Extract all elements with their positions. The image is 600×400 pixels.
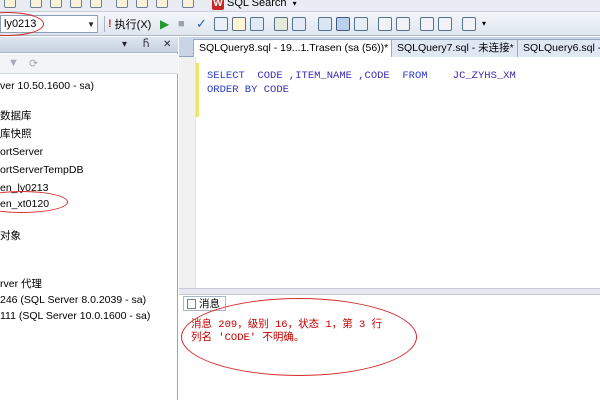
sql-search-icon: W	[212, 0, 224, 10]
toolbar-separator	[104, 16, 105, 32]
cancel-query-icon[interactable]: ■	[178, 17, 192, 31]
filter-icon[interactable]: ▼	[8, 57, 19, 69]
change-connection-icon[interactable]	[250, 17, 264, 31]
sql-order-column: CODE	[257, 84, 289, 96]
tree-item-report-server[interactable]: ortServer	[0, 146, 43, 159]
object-explorer-toolbar: ▼ ⟳	[0, 54, 178, 74]
pin-icon[interactable]: Ⴌ	[143, 39, 149, 50]
sql-keyword-order-by: ORDER BY	[207, 84, 258, 96]
sql-editor[interactable]: SELECT CODE ,ITEM_NAME ,CODE FROM JC_ZYH…	[179, 57, 600, 288]
database-query-icon[interactable]	[50, 0, 62, 8]
toolbar-overflow-icon[interactable]: ▾	[482, 17, 496, 31]
results-to-file-icon[interactable]	[354, 17, 368, 31]
save-icon[interactable]	[136, 0, 148, 8]
sql-keyword-from: FROM	[402, 70, 428, 82]
sql-search-dropdown-icon[interactable]: ▾	[293, 0, 297, 8]
document-tabs: SQLQuery8.sql - 19...1.Trasen (sa (56))*…	[179, 37, 600, 57]
sql-editor-toolbar: ly0213 ▼ ! 执行(X) ▶ ■ ✓ ▾	[0, 12, 600, 36]
uncomment-lines-icon[interactable]	[396, 17, 410, 31]
results-to-text-icon[interactable]	[318, 17, 332, 31]
activity-monitor-icon[interactable]	[182, 0, 194, 8]
change-tracking-bar	[196, 63, 199, 117]
results-splitter[interactable]	[179, 288, 600, 295]
sql-select-columns: CODE ,ITEM_NAME ,CODE	[244, 70, 403, 82]
display-estimated-plan-icon[interactable]	[214, 17, 228, 31]
object-explorer-title-bar: ▾ Ⴌ ✕	[0, 37, 178, 53]
tree-item-server-246[interactable]: 246 (SQL Server 8.0.2039 - sa)	[0, 294, 146, 307]
tree-item-database-snapshots[interactable]: 库快照	[0, 128, 32, 141]
refresh-icon[interactable]: ⟳	[29, 57, 38, 70]
close-icon[interactable]: ✕	[163, 39, 171, 50]
include-plan-icon[interactable]	[274, 17, 288, 31]
query-designer-icon[interactable]	[232, 17, 246, 31]
comment-lines-icon[interactable]	[378, 17, 392, 31]
annotation-ellipse-error	[181, 298, 417, 376]
client-statistics-icon[interactable]	[292, 17, 306, 31]
specify-values-icon[interactable]	[462, 17, 476, 31]
chevron-down-icon: ▼	[87, 20, 95, 29]
tree-item-databases[interactable]: 数据库	[0, 110, 32, 123]
new-query-icon[interactable]	[30, 0, 42, 8]
tree-item-server-instance[interactable]: ver 10.50.1600 - sa)	[0, 80, 94, 93]
tree-item-server-objects[interactable]: 对象	[0, 230, 21, 243]
editor-gutter	[179, 57, 196, 288]
print-icon[interactable]	[156, 0, 168, 8]
tree-item-server-111[interactable]: 111 (SQL Server 10.0.1600 - sa)	[0, 310, 150, 323]
parse-check-icon[interactable]: ✓	[196, 17, 210, 31]
tree-item-sql-agent[interactable]: rver 代理	[0, 278, 42, 291]
message-document-icon	[187, 298, 196, 309]
tree-item-report-server-temp[interactable]: ortServerTempDB	[0, 164, 83, 177]
increase-indent-icon[interactable]	[438, 17, 452, 31]
sql-keyword-select: SELECT	[207, 70, 245, 82]
sql-search-button[interactable]: W SQL Search ▾	[212, 0, 297, 10]
debug-play-icon[interactable]: ▶	[160, 17, 174, 31]
analysis-query-icon[interactable]	[70, 0, 82, 8]
new-file-icon[interactable]	[4, 0, 16, 8]
tab-sqlquery7[interactable]: SQLQuery7.sql - 未连接*	[391, 39, 520, 57]
sql-table-name: JC_ZYHS_XM	[427, 70, 516, 82]
panel-menu-icon[interactable]: ▾	[122, 39, 127, 50]
ssms-window: WSQL Search ▾ ly0213 ▼ ! 执行(X) ▶ ■ ✓ ▾	[0, 0, 600, 400]
execute-button[interactable]: ! 执行(X)	[108, 16, 151, 32]
tab-sqlquery8[interactable]: SQLQuery8.sql - 19...1.Trasen (sa (56))*	[193, 39, 395, 57]
exclamation-icon: !	[108, 18, 112, 30]
open-file-icon[interactable]	[116, 0, 128, 8]
decrease-indent-icon[interactable]	[420, 17, 434, 31]
top-toolbar-strip: W SQL Search ▾	[0, 0, 600, 12]
xmla-query-icon[interactable]	[90, 0, 102, 8]
object-explorer-panel: ▾ Ⴌ ✕ ▼ ⟳ ver 10.50.1600 - sa) 数据库 库快照 o…	[0, 37, 178, 400]
sql-code[interactable]: SELECT CODE ,ITEM_NAME ,CODE FROM JC_ZYH…	[207, 69, 516, 97]
results-to-grid-icon[interactable]	[336, 17, 350, 31]
tab-sqlquery6[interactable]: SQLQuery6.sql -	[517, 39, 600, 57]
